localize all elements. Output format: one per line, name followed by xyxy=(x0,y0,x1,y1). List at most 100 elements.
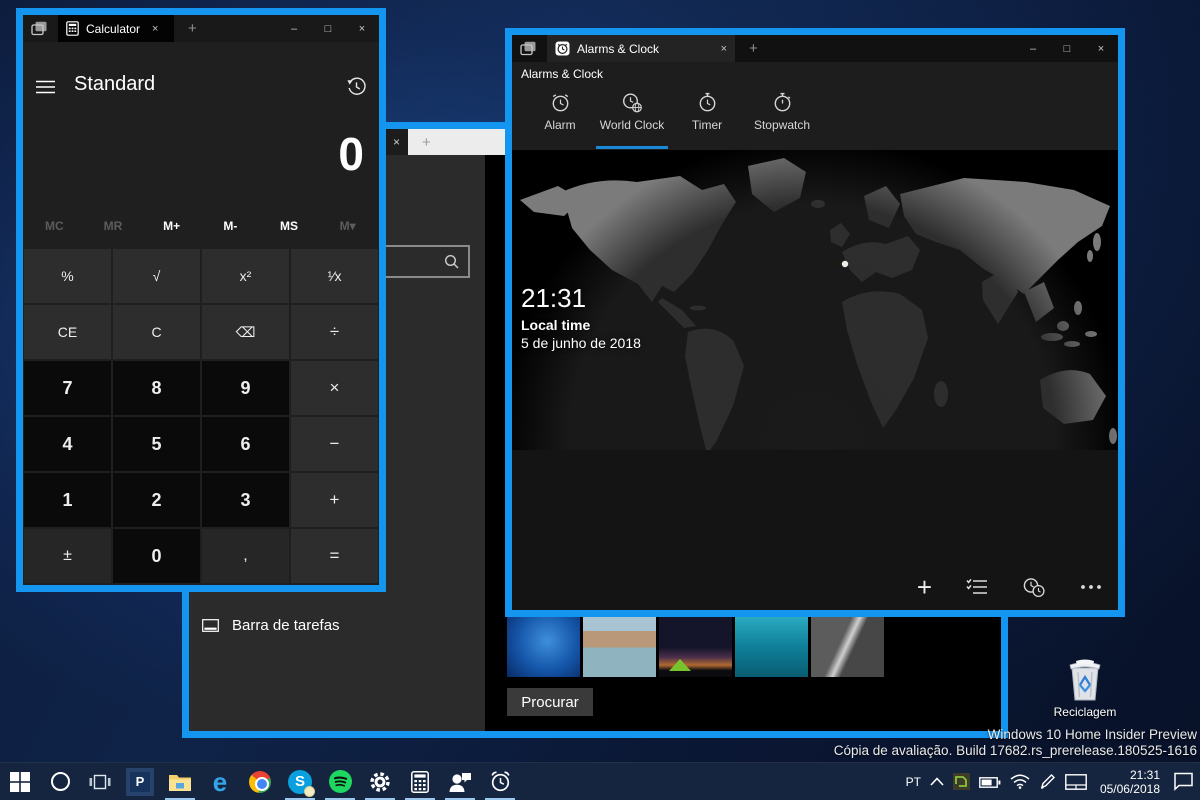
key-backspace[interactable]: ⌫ xyxy=(202,305,289,359)
key-sqrt[interactable]: √ xyxy=(113,249,200,303)
browse-button[interactable]: Procurar xyxy=(507,688,593,716)
recycle-bin[interactable]: Reciclagem xyxy=(1052,658,1118,719)
edit-list-icon[interactable] xyxy=(966,578,988,596)
battery-icon[interactable] xyxy=(979,775,1001,789)
taskbar-calculator[interactable] xyxy=(400,763,440,800)
tab-close-icon[interactable]: × xyxy=(385,135,408,149)
taskbar-people[interactable] xyxy=(440,763,480,800)
wallpaper-thumb-beach[interactable] xyxy=(583,611,656,677)
taskbar-spotify[interactable] xyxy=(320,763,360,800)
key-2[interactable]: 2 xyxy=(113,473,200,527)
calculator-display: 0 xyxy=(338,127,364,181)
sets-panes-icon[interactable] xyxy=(31,21,48,36)
tray-utility-icon[interactable] xyxy=(953,773,970,790)
memory-store-button[interactable]: MS xyxy=(260,219,319,233)
calculator-mode-title: Standard xyxy=(74,73,155,96)
touchpad-icon[interactable] xyxy=(1065,774,1087,790)
key-8[interactable]: 8 xyxy=(113,361,200,415)
key-1[interactable]: 1 xyxy=(24,473,111,527)
sidebar-item-taskbar[interactable]: Barra de tarefas xyxy=(202,610,472,640)
wallpaper-thumb-rock[interactable] xyxy=(811,611,884,677)
key-negate[interactable]: ± xyxy=(24,529,111,583)
key-square[interactable]: x² xyxy=(202,249,289,303)
maximize-button[interactable]: □ xyxy=(1050,43,1084,55)
cortana-button[interactable] xyxy=(40,763,80,800)
wallpaper-thumb-night-tent[interactable] xyxy=(659,611,732,677)
memory-buttons: MC MR M+ M- MS M▾ xyxy=(25,219,377,233)
key-c[interactable]: C xyxy=(113,305,200,359)
key-minus[interactable]: − xyxy=(291,417,378,471)
tab-world-clock[interactable]: World Clock xyxy=(590,92,674,132)
language-indicator[interactable]: PT xyxy=(906,775,921,789)
key-ce[interactable]: CE xyxy=(24,305,111,359)
new-tab-icon[interactable]: + xyxy=(188,20,197,37)
taskbar-skype[interactable]: S xyxy=(280,763,320,800)
key-multiply[interactable]: × xyxy=(291,361,378,415)
tab-alarm-label: Alarm xyxy=(544,118,575,132)
key-percent[interactable]: % xyxy=(24,249,111,303)
more-options-icon[interactable] xyxy=(1080,584,1102,590)
wifi-icon[interactable] xyxy=(1010,774,1030,789)
key-decimal[interactable]: , xyxy=(202,529,289,583)
minimize-button[interactable]: – xyxy=(1016,43,1050,55)
key-4[interactable]: 4 xyxy=(24,417,111,471)
memory-clear-button[interactable]: MC xyxy=(25,219,84,233)
history-icon[interactable] xyxy=(347,77,366,96)
key-7[interactable]: 7 xyxy=(24,361,111,415)
key-divide[interactable]: ÷ xyxy=(291,305,378,359)
sets-panes-icon[interactable] xyxy=(520,41,537,56)
calculator-tab[interactable]: Calculator × xyxy=(58,15,174,42)
new-tab-icon[interactable]: + xyxy=(422,134,431,151)
tray-clock[interactable]: 21:31 05/06/2018 xyxy=(1100,768,1160,796)
tab-timer[interactable]: Timer xyxy=(665,92,749,132)
taskbar-settings[interactable] xyxy=(360,763,400,800)
task-view-button[interactable] xyxy=(80,763,120,800)
app-title: Alarms & Clock xyxy=(521,67,603,81)
tab-close-icon[interactable]: × xyxy=(721,43,727,55)
memory-recall-button[interactable]: MR xyxy=(84,219,143,233)
key-0[interactable]: 0 xyxy=(113,529,200,583)
hidden-icons-chevron[interactable] xyxy=(930,777,944,786)
key-reciprocal[interactable]: ¹⁄x xyxy=(291,249,378,303)
pen-icon[interactable] xyxy=(1039,773,1056,790)
alarms-clock-window[interactable]: Alarms & Clock × + – □ × Alarms & Clock xyxy=(505,28,1125,617)
minimize-button[interactable]: – xyxy=(277,23,311,35)
taskbar-alarms[interactable] xyxy=(480,763,520,800)
menu-icon[interactable] xyxy=(36,80,55,94)
search-icon xyxy=(444,254,460,270)
calculator-window[interactable]: Calculator × + – □ × Standard 0 MC MR M+… xyxy=(16,8,386,592)
action-center-icon[interactable] xyxy=(1173,772,1194,791)
taskbar-file-explorer[interactable] xyxy=(160,763,200,800)
tab-stopwatch[interactable]: Stopwatch xyxy=(740,92,824,132)
watermark-line2: Cópia de avaliação. Build 17682.rs_prere… xyxy=(834,743,1197,759)
wallpaper-thumb-hero[interactable] xyxy=(507,611,580,677)
key-5[interactable]: 5 xyxy=(113,417,200,471)
compare-clocks-icon[interactable] xyxy=(1022,577,1046,598)
taskbar-app-p[interactable]: P xyxy=(120,763,160,800)
stopwatch-icon xyxy=(772,92,793,113)
taskbar-chrome[interactable] xyxy=(240,763,280,800)
memory-subtract-button[interactable]: M- xyxy=(201,219,260,233)
new-tab-icon[interactable]: + xyxy=(749,40,758,57)
wallpaper-thumb-underwater[interactable] xyxy=(735,611,808,677)
calculator-tab-icon xyxy=(66,21,79,36)
alarms-tab-title: Alarms & Clock xyxy=(577,42,659,56)
key-equals[interactable]: = xyxy=(291,529,378,583)
tray-date: 05/06/2018 xyxy=(1100,782,1160,796)
key-6[interactable]: 6 xyxy=(202,417,289,471)
maximize-button[interactable]: □ xyxy=(311,23,345,35)
close-button[interactable]: × xyxy=(345,23,379,35)
key-plus[interactable]: + xyxy=(291,473,378,527)
memory-flyout-button[interactable]: M▾ xyxy=(318,219,377,233)
alarm-icon xyxy=(550,92,571,113)
alarms-tab[interactable]: Alarms & Clock × xyxy=(547,35,735,62)
taskbar-edge[interactable]: e xyxy=(200,763,240,800)
local-time-label: Local time xyxy=(521,317,641,333)
memory-add-button[interactable]: M+ xyxy=(142,219,201,233)
close-button[interactable]: × xyxy=(1084,43,1118,55)
key-3[interactable]: 3 xyxy=(202,473,289,527)
start-button[interactable] xyxy=(0,763,40,800)
tab-close-icon[interactable]: × xyxy=(152,23,158,35)
add-clock-button[interactable]: + xyxy=(917,576,932,598)
key-9[interactable]: 9 xyxy=(202,361,289,415)
